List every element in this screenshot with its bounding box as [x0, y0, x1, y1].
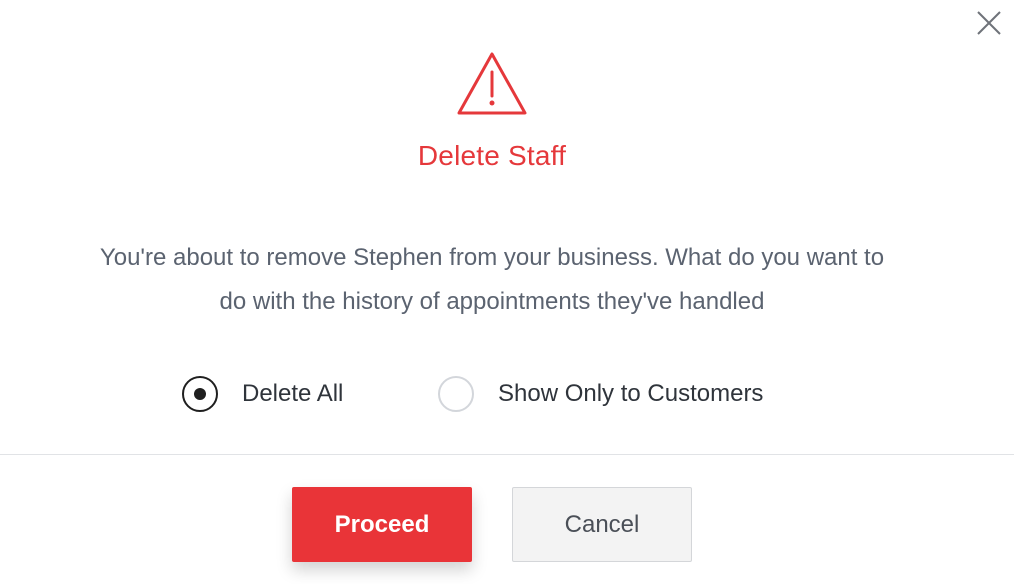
- footer-divider: [0, 454, 1014, 455]
- dialog-message: You're about to remove Stephen from your…: [30, 236, 954, 324]
- option-label-show-only-to-customers: Show Only to Customers: [498, 380, 764, 407]
- option-delete-all[interactable]: Delete All: [182, 372, 343, 416]
- radio-delete-all[interactable]: [182, 376, 218, 412]
- delete-staff-dialog: Delete Staff You're about to remove Step…: [0, 0, 1014, 584]
- history-options: Delete All Show Only to Customers: [0, 372, 1014, 416]
- warning-triangle-icon: [457, 52, 527, 115]
- close-button[interactable]: [976, 10, 1002, 36]
- option-label-delete-all: Delete All: [242, 380, 344, 407]
- radio-selected-dot: [194, 388, 206, 400]
- proceed-button[interactable]: Proceed: [292, 487, 472, 562]
- dialog-title: Delete Staff: [417, 140, 567, 171]
- message-line-1: You're about to remove Stephen from your…: [99, 244, 885, 271]
- option-show-only-to-customers[interactable]: Show Only to Customers: [438, 372, 763, 416]
- radio-show-only-to-customers[interactable]: [438, 376, 474, 412]
- close-icon: [977, 11, 1001, 35]
- message-line-2: do with the history of appointments they…: [219, 288, 765, 315]
- cancel-button[interactable]: Cancel: [512, 487, 692, 562]
